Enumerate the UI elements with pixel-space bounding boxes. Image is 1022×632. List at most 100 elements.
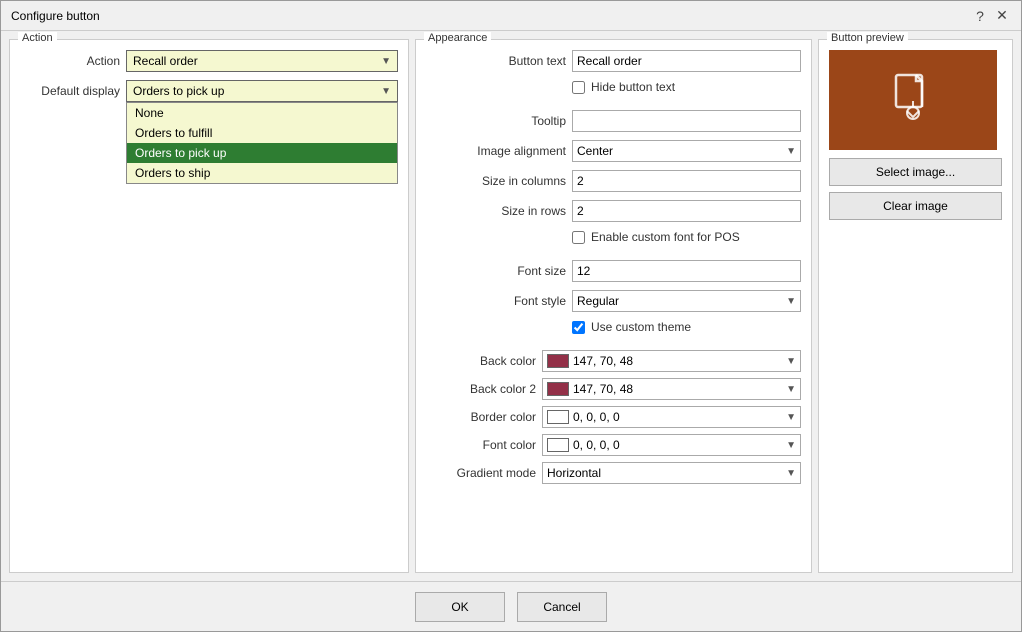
dropdown-item-none[interactable]: None <box>127 103 397 123</box>
enable-custom-font-checkbox-row: Enable custom font for POS <box>572 230 740 244</box>
image-alignment-label: Image alignment <box>426 144 566 158</box>
enable-custom-font-row: Enable custom font for POS <box>426 230 801 252</box>
clear-image-button[interactable]: Clear image <box>829 192 1002 220</box>
hide-button-text-checkbox-row: Hide button text <box>572 80 675 94</box>
image-alignment-row: Image alignment Center ▼ <box>426 140 801 162</box>
font-style-value: Regular <box>577 294 619 308</box>
back-color2-swatch <box>547 382 569 396</box>
gradient-mode-select[interactable]: Horizontal ▼ <box>542 462 801 484</box>
size-rows-row: Size in rows <box>426 200 801 222</box>
default-display-dropdown-wrapper: Orders to pick up ▼ None Orders to fulfi… <box>126 80 398 102</box>
action-dropdown-arrow: ▼ <box>381 56 391 67</box>
hide-button-text-label: Hide button text <box>591 80 675 94</box>
appearance-panel: Appearance Button text Hide button text … <box>415 39 812 573</box>
close-button[interactable]: ✕ <box>993 7 1011 25</box>
button-text-input[interactable] <box>572 50 801 72</box>
size-columns-input[interactable] <box>572 170 801 192</box>
color-section: Back color 147, 70, 48 ▼ Back color 2 14… <box>426 350 801 484</box>
border-color-swatch <box>547 410 569 424</box>
back-color-row: Back color 147, 70, 48 ▼ <box>436 350 801 372</box>
enable-custom-font-label: Enable custom font for POS <box>591 230 740 244</box>
tooltip-row: Tooltip <box>426 110 801 132</box>
font-color-select[interactable]: 0, 0, 0, 0 ▼ <box>542 434 801 456</box>
border-color-select[interactable]: 0, 0, 0, 0 ▼ <box>542 406 801 428</box>
font-color-swatch <box>547 438 569 452</box>
default-display-label: Default display <box>20 84 120 98</box>
back-color2-arrow: ▼ <box>786 384 796 395</box>
default-display-dropdown[interactable]: Orders to pick up ▼ <box>126 80 398 102</box>
hide-button-text-row: Hide button text <box>426 80 801 102</box>
image-alignment-select[interactable]: Center ▼ <box>572 140 801 162</box>
image-alignment-arrow: ▼ <box>786 146 796 157</box>
gradient-mode-row: Gradient mode Horizontal ▼ <box>436 462 801 484</box>
font-size-input[interactable] <box>572 260 801 282</box>
title-controls: ? ✕ <box>971 7 1011 25</box>
font-color-arrow: ▼ <box>786 440 796 451</box>
image-alignment-value: Center <box>577 144 613 158</box>
size-columns-row: Size in columns <box>426 170 801 192</box>
border-color-value: 0, 0, 0, 0 <box>573 410 782 424</box>
back-color-swatch <box>547 354 569 368</box>
action-dropdown[interactable]: Recall order ▼ <box>126 50 398 72</box>
select-image-button[interactable]: Select image... <box>829 158 1002 186</box>
action-panel-label: Action <box>18 32 57 44</box>
font-style-arrow: ▼ <box>786 296 796 307</box>
default-display-arrow: ▼ <box>381 86 391 97</box>
dialog-title: Configure button <box>11 9 100 23</box>
font-size-label: Font size <box>426 264 566 278</box>
tooltip-label: Tooltip <box>426 114 566 128</box>
size-rows-input[interactable] <box>572 200 801 222</box>
help-button[interactable]: ? <box>971 7 989 25</box>
back-color2-value: 147, 70, 48 <box>573 382 782 396</box>
default-display-row: Default display Orders to pick up ▼ None… <box>20 80 398 102</box>
font-color-value: 0, 0, 0, 0 <box>573 438 782 452</box>
enable-custom-font-checkbox[interactable] <box>572 231 585 244</box>
dropdown-item-ship[interactable]: Orders to ship <box>127 163 397 183</box>
back-color-select[interactable]: 147, 70, 48 ▼ <box>542 350 801 372</box>
back-color-label: Back color <box>436 354 536 368</box>
font-size-row: Font size <box>426 260 801 282</box>
back-color2-row: Back color 2 147, 70, 48 ▼ <box>436 378 801 400</box>
action-panel: Action Action Recall order ▼ Default dis… <box>9 39 409 573</box>
font-color-row: Font color 0, 0, 0, 0 ▼ <box>436 434 801 456</box>
back-color-value: 147, 70, 48 <box>573 354 782 368</box>
default-display-value: Orders to pick up <box>133 84 224 98</box>
dropdown-item-fulfill[interactable]: Orders to fulfill <box>127 123 397 143</box>
action-label: Action <box>20 54 120 68</box>
configure-button-dialog: Configure button ? ✕ Action Action Recal… <box>0 0 1022 632</box>
gradient-mode-arrow: ▼ <box>786 468 796 479</box>
font-style-row: Font style Regular ▼ <box>426 290 801 312</box>
font-color-label: Font color <box>436 438 536 452</box>
button-text-label: Button text <box>426 54 566 68</box>
size-rows-label: Size in rows <box>426 204 566 218</box>
dialog-content: Action Action Recall order ▼ Default dis… <box>1 31 1021 581</box>
use-custom-theme-row: Use custom theme <box>426 320 801 342</box>
back-color2-label: Back color 2 <box>436 382 536 396</box>
dropdown-item-pickup[interactable]: Orders to pick up <box>127 143 397 163</box>
cancel-button[interactable]: Cancel <box>517 592 607 622</box>
gradient-mode-value: Horizontal <box>547 466 601 480</box>
button-preview-label: Button preview <box>827 32 908 44</box>
back-color2-select[interactable]: 147, 70, 48 ▼ <box>542 378 801 400</box>
tooltip-input[interactable] <box>572 110 801 132</box>
action-dropdown-value: Recall order <box>133 54 198 68</box>
ok-button[interactable]: OK <box>415 592 505 622</box>
button-preview-panel: Button preview Select image... Clear ima… <box>818 39 1013 573</box>
font-style-label: Font style <box>426 294 566 308</box>
use-custom-theme-checkbox-row: Use custom theme <box>572 320 691 334</box>
appearance-panel-label: Appearance <box>424 32 491 44</box>
default-display-list: None Orders to fulfill Orders to pick up… <box>126 102 398 184</box>
footer-bar: OK Cancel <box>1 581 1021 631</box>
gradient-mode-label: Gradient mode <box>436 466 536 480</box>
preview-icon <box>888 71 938 130</box>
use-custom-theme-checkbox[interactable] <box>572 321 585 334</box>
font-style-select[interactable]: Regular ▼ <box>572 290 801 312</box>
size-columns-label: Size in columns <box>426 174 566 188</box>
button-preview-area <box>829 50 997 150</box>
title-bar: Configure button ? ✕ <box>1 1 1021 31</box>
back-color-arrow: ▼ <box>786 356 796 367</box>
action-dropdown-wrapper: Recall order ▼ <box>126 50 398 72</box>
hide-button-text-checkbox[interactable] <box>572 81 585 94</box>
use-custom-theme-label: Use custom theme <box>591 320 691 334</box>
title-bar-left: Configure button <box>11 9 100 23</box>
